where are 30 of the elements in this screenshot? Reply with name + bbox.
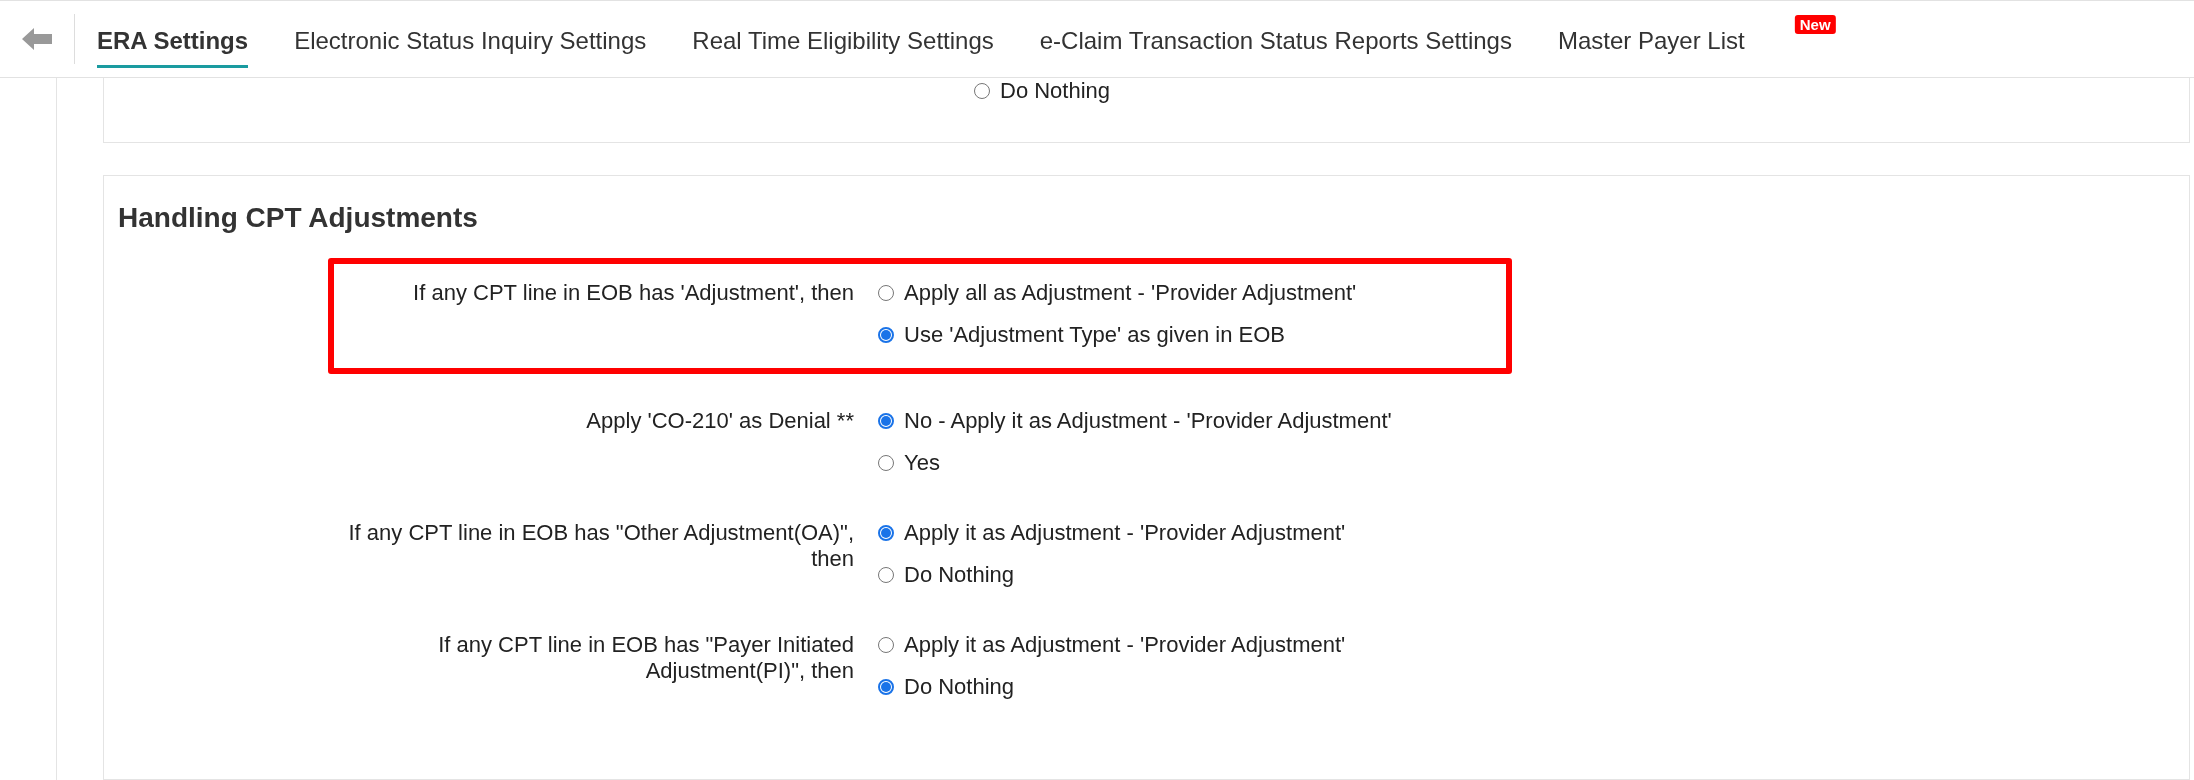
setting-label: If any CPT line in EOB has "Payer Initiated Adjustment(PI)", then: [437, 632, 855, 685]
section-title: Handling CPT Adjustments: [118, 202, 479, 234]
option-label: Do Nothing: [904, 562, 1015, 588]
option-label: Do Nothing: [904, 674, 1015, 700]
option-label: Use 'Adjustment Type' as given in EOB: [904, 322, 1285, 348]
radio-button[interactable]: [974, 83, 990, 99]
radio-button[interactable]: [878, 679, 894, 695]
tab[interactable]: ERA Settings: [97, 10, 249, 68]
setting-label: If any CPT line in EOB has 'Adjustment', then: [412, 280, 855, 307]
radio-button[interactable]: [878, 327, 894, 343]
tab[interactable]: Master Payer List: [1557, 10, 1745, 68]
setting-label: Apply 'CO-210' as Denial **: [585, 408, 855, 435]
option-label: No - Apply it as Adjustment - 'Provider Adjustment': [904, 408, 1392, 434]
tab[interactable]: Electronic Status Inquiry Settings: [294, 10, 647, 68]
new-badge: New: [1794, 14, 1836, 34]
radio-button[interactable]: [878, 413, 894, 429]
option-label: Apply it as Adjustment - 'Provider Adjustment': [904, 632, 1346, 658]
option-label: Apply it as Adjustment - 'Provider Adjustment': [904, 520, 1346, 546]
radio-button[interactable]: [878, 567, 894, 583]
option-label: Do Nothing: [1000, 78, 1111, 104]
back-arrow-icon[interactable]: [22, 28, 52, 50]
tab[interactable]: e-Claim Transaction Status Reports Settings: [1039, 10, 1512, 68]
radio-button[interactable]: [878, 455, 894, 471]
radio-button[interactable]: [878, 637, 894, 653]
tab[interactable]: Real Time Eligibility Settings: [692, 10, 994, 68]
option-label: Yes: [904, 450, 940, 476]
setting-label: If any CPT line in EOB has "Other Adjustment(OA)", then: [347, 520, 855, 573]
radio-button[interactable]: [878, 285, 894, 301]
option-label: Apply all as Adjustment - 'Provider Adjustment': [904, 280, 1357, 306]
radio-button[interactable]: [878, 525, 894, 541]
